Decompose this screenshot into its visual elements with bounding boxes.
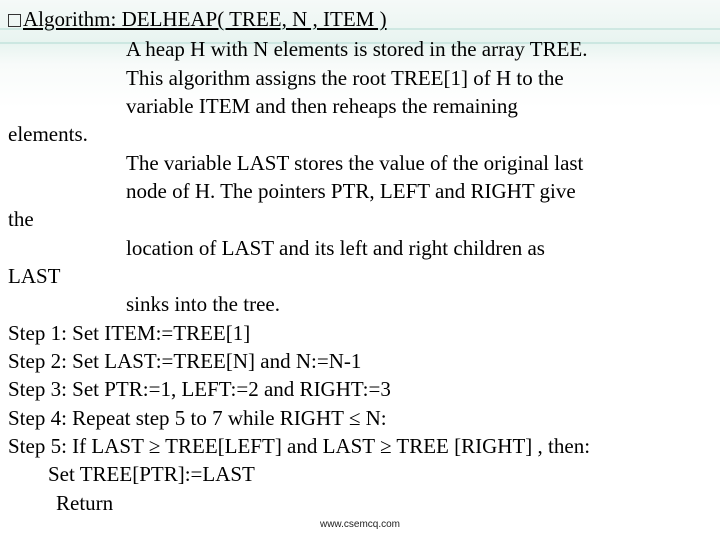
title-text: Algorithm: DELHEAP( TREE, N , ITEM ) bbox=[23, 7, 387, 31]
step-3: Step 3: Set PTR:=1, LEFT:=2 and RIGHT:=3 bbox=[8, 375, 712, 403]
slide-container: Algorithm: DELHEAP( TREE, N , ITEM ) A h… bbox=[0, 0, 720, 540]
desc-line-7: sinks into the tree. bbox=[8, 290, 712, 318]
desc-line-3: variable ITEM and then reheaps the remai… bbox=[8, 92, 712, 120]
desc-line-5: node of H. The pointers PTR, LEFT and RI… bbox=[8, 177, 712, 205]
desc-hang-3: LAST bbox=[8, 262, 712, 290]
footer-url: www.csemcq.com bbox=[320, 519, 400, 530]
desc-hang-1: elements. bbox=[8, 120, 712, 148]
bullet-icon bbox=[8, 14, 21, 27]
desc-line-4: The variable LAST stores the value of th… bbox=[8, 149, 712, 177]
desc-line-1: A heap H with N elements is stored in th… bbox=[8, 35, 712, 63]
desc-hang-2: the bbox=[8, 205, 712, 233]
algorithm-title: Algorithm: DELHEAP( TREE, N , ITEM ) bbox=[8, 6, 712, 33]
desc-line-2: This algorithm assigns the root TREE[1] … bbox=[8, 64, 712, 92]
desc-line-6: location of LAST and its left and right … bbox=[8, 234, 712, 262]
step-5: Step 5: If LAST ≥ TREE[LEFT] and LAST ≥ … bbox=[8, 432, 712, 460]
step-2: Step 2: Set LAST:=TREE[N] and N:=N-1 bbox=[8, 347, 712, 375]
step-5a: Set TREE[PTR]:=LAST bbox=[8, 460, 712, 488]
step-5b: Return bbox=[8, 489, 712, 517]
step-4: Step 4: Repeat step 5 to 7 while RIGHT ≤… bbox=[8, 404, 712, 432]
step-1: Step 1: Set ITEM:=TREE[1] bbox=[8, 319, 712, 347]
